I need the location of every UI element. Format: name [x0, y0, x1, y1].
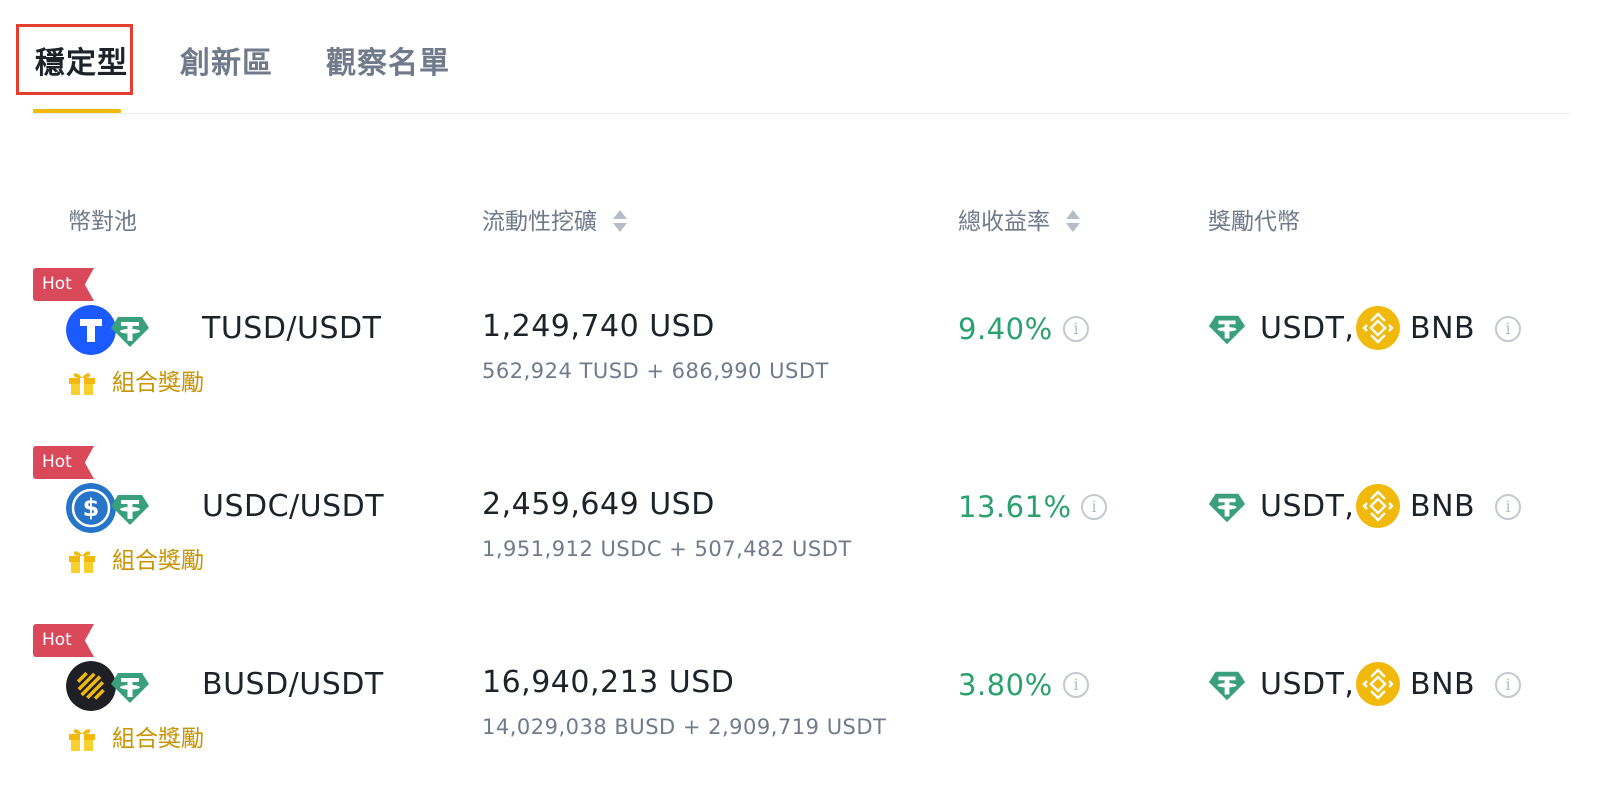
info-icon[interactable]: i — [1495, 494, 1521, 520]
usdt-icon — [1208, 315, 1246, 345]
combo-reward-label: 組合獎勵 — [112, 370, 204, 396]
sort-icon[interactable] — [613, 207, 627, 235]
pair-name[interactable]: TUSD/USDT — [202, 310, 381, 348]
gift-icon — [69, 729, 95, 751]
column-header-liquidity[interactable]: 流動性挖礦 — [482, 204, 627, 240]
tab-divider — [33, 113, 1570, 114]
table-row[interactable]: Hot TUSD/USDT 組合獎勵 1,249,740 USD 562,924… — [0, 268, 1600, 446]
liquidity-value: 1,249,740 USD — [482, 309, 715, 344]
liquidity-breakdown: 14,029,038 BUSD + 2,909,719 USDT — [482, 715, 887, 739]
reward-token-2: BNB — [1410, 311, 1476, 346]
info-icon[interactable]: i — [1495, 672, 1521, 698]
busd-icon — [66, 661, 116, 711]
reward-token-2: BNB — [1410, 667, 1476, 702]
usdt-icon — [1208, 493, 1246, 523]
reward-token-2: BNB — [1410, 489, 1476, 524]
table-row[interactable]: Hot $ USDC/USDT 組合獎勵 2,459,649 USD 1,951… — [0, 446, 1600, 624]
apr-value: 13.61% — [958, 490, 1072, 524]
info-icon[interactable]: i — [1063, 316, 1089, 342]
usdt-icon — [1208, 671, 1246, 701]
pair-name[interactable]: USDC/USDT — [202, 488, 384, 526]
gift-icon — [69, 373, 95, 395]
tab-watchlist[interactable]: 觀察名單 — [326, 42, 450, 86]
info-icon[interactable]: i — [1081, 494, 1107, 520]
combo-reward-label: 組合獎勵 — [112, 726, 204, 752]
tab-bar: 穩定型 創新區 觀察名單 — [0, 0, 1600, 115]
info-icon[interactable]: i — [1495, 316, 1521, 342]
column-header-pool-label: 幣對池 — [68, 209, 137, 235]
liquidity-value: 2,459,649 USD — [482, 487, 715, 522]
info-icon[interactable]: i — [1063, 672, 1089, 698]
column-header-apr-label: 總收益率 — [958, 209, 1050, 235]
tab-innovation[interactable]: 創新區 — [180, 42, 273, 86]
gift-icon — [69, 551, 95, 573]
bnb-icon — [1356, 662, 1400, 706]
table-row[interactable]: Hot BUSD/USDT 組合獎勵 16,940,213 USD 14,029… — [0, 624, 1600, 802]
column-header-pool: 幣對池 — [68, 204, 137, 240]
svg-text:$: $ — [83, 494, 100, 522]
hot-badge: Hot — [33, 268, 94, 301]
active-tab-highlight-box — [16, 24, 133, 95]
column-header-reward-label: 獎勵代幣 — [1208, 209, 1300, 235]
bnb-icon — [1356, 306, 1400, 350]
usdc-icon: $ — [66, 483, 116, 533]
liquidity-value: 16,940,213 USD — [482, 665, 735, 700]
usdt-icon — [111, 495, 149, 525]
reward-token-1: USDT, — [1260, 667, 1355, 702]
apr-value: 9.40% — [958, 312, 1053, 346]
column-header-reward: 獎勵代幣 — [1208, 204, 1300, 240]
column-header-liquidity-label: 流動性挖礦 — [482, 209, 597, 235]
pair-name[interactable]: BUSD/USDT — [202, 666, 384, 704]
hot-badge: Hot — [33, 624, 94, 657]
tusd-icon — [66, 305, 116, 355]
hot-badge: Hot — [33, 446, 94, 479]
sort-icon[interactable] — [1066, 207, 1080, 235]
reward-token-1: USDT, — [1260, 489, 1355, 524]
combo-reward-label: 組合獎勵 — [112, 548, 204, 574]
usdt-icon — [111, 317, 149, 347]
liquidity-breakdown: 1,951,912 USDC + 507,482 USDT — [482, 537, 852, 561]
apr-value: 3.80% — [958, 668, 1053, 702]
usdt-icon — [111, 673, 149, 703]
column-header-apr[interactable]: 總收益率 — [958, 204, 1080, 240]
liquidity-breakdown: 562,924 TUSD + 686,990 USDT — [482, 359, 829, 383]
reward-token-1: USDT, — [1260, 311, 1355, 346]
bnb-icon — [1356, 484, 1400, 528]
